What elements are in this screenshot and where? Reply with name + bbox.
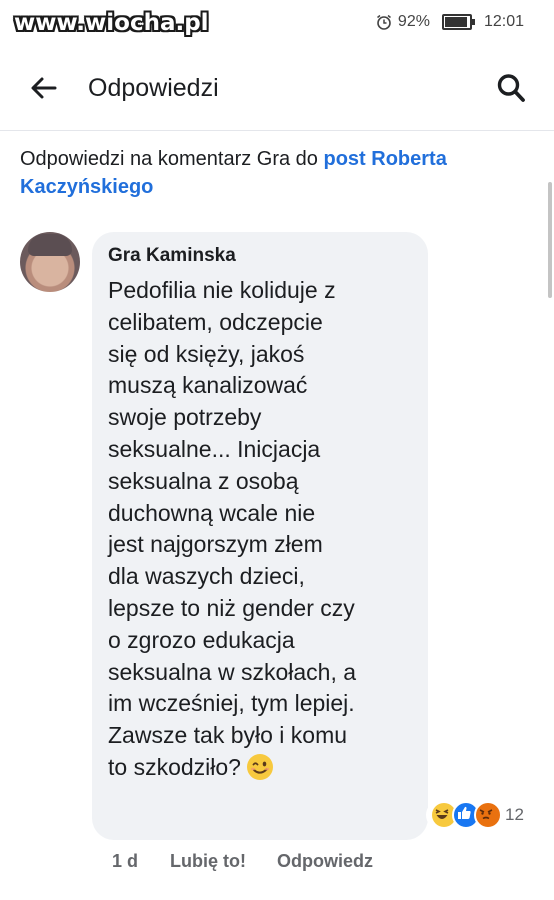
status-right: 92% 12:01	[376, 11, 524, 33]
wink-emoji-icon	[246, 753, 273, 780]
app-header: Odpowiedzi	[0, 46, 554, 131]
comment-line: lepsze to niż gender czy	[108, 594, 355, 621]
clock-time: 12:01	[483, 13, 524, 30]
comment-timestamp[interactable]: 1 d	[112, 851, 138, 872]
battery-percent: 92%	[397, 13, 430, 30]
comment-actions: 1 d Lubię to! Odpowiedz	[112, 848, 404, 874]
search-icon[interactable]	[496, 72, 526, 104]
comment-text: Pedofilia nie koliduje z celibatem, odcz…	[108, 275, 418, 784]
comment-last-line: to szkodziło?	[108, 752, 418, 784]
avatar[interactable]	[20, 232, 80, 292]
comment-line: im wcześniej, tym lepiej.	[108, 690, 355, 717]
status-bar: www.wiocha.pl 92% 12:01	[0, 0, 554, 46]
comment-line: muszą kanalizować	[108, 372, 308, 399]
comment-line: o zgrozo edukacja	[108, 626, 295, 653]
watermark: www.wiocha.pl	[14, 10, 209, 36]
battery-icon	[441, 14, 475, 30]
alarm-clock-icon	[376, 14, 391, 30]
angry-icon	[474, 801, 502, 829]
page-title: Odpowiedzi	[88, 74, 219, 102]
like-button[interactable]: Lubię to!	[170, 851, 246, 872]
comment-line: seksualna w szkołach, a	[108, 658, 357, 685]
arrow-left-icon[interactable]	[28, 74, 58, 102]
reaction-count: 12	[505, 805, 524, 824]
comment-line: Pedofilia nie koliduje z	[108, 277, 336, 303]
comment-line: to szkodziło?	[108, 753, 241, 780]
reaction-summary[interactable]: 12	[426, 800, 528, 830]
comment-line: dla waszych dzieci,	[108, 563, 305, 590]
reply-context: Odpowiedzi na komentarz Gra do post Robe…	[20, 145, 540, 201]
context-prefix: Odpowiedzi na komentarz Gra do	[20, 148, 324, 170]
reply-button[interactable]: Odpowiedz	[277, 851, 373, 872]
comment-line: się od księży, jakoś	[108, 340, 305, 367]
comment-author[interactable]: Gra Kaminska	[108, 245, 236, 267]
comment-line: duchowną wcale nie	[108, 499, 316, 526]
scrollbar[interactable]	[548, 182, 552, 298]
comment-line: jest najgorszym złem	[108, 531, 323, 558]
comment-line: seksualna z osobą	[108, 467, 299, 494]
comment-line: swoje potrzeby	[108, 404, 262, 431]
comment-line: Zawsze tak było i komu	[108, 722, 348, 749]
comment-line: seksualne... Inicjacja	[108, 435, 321, 462]
comment-line: celibatem, odczepcie	[108, 308, 323, 335]
